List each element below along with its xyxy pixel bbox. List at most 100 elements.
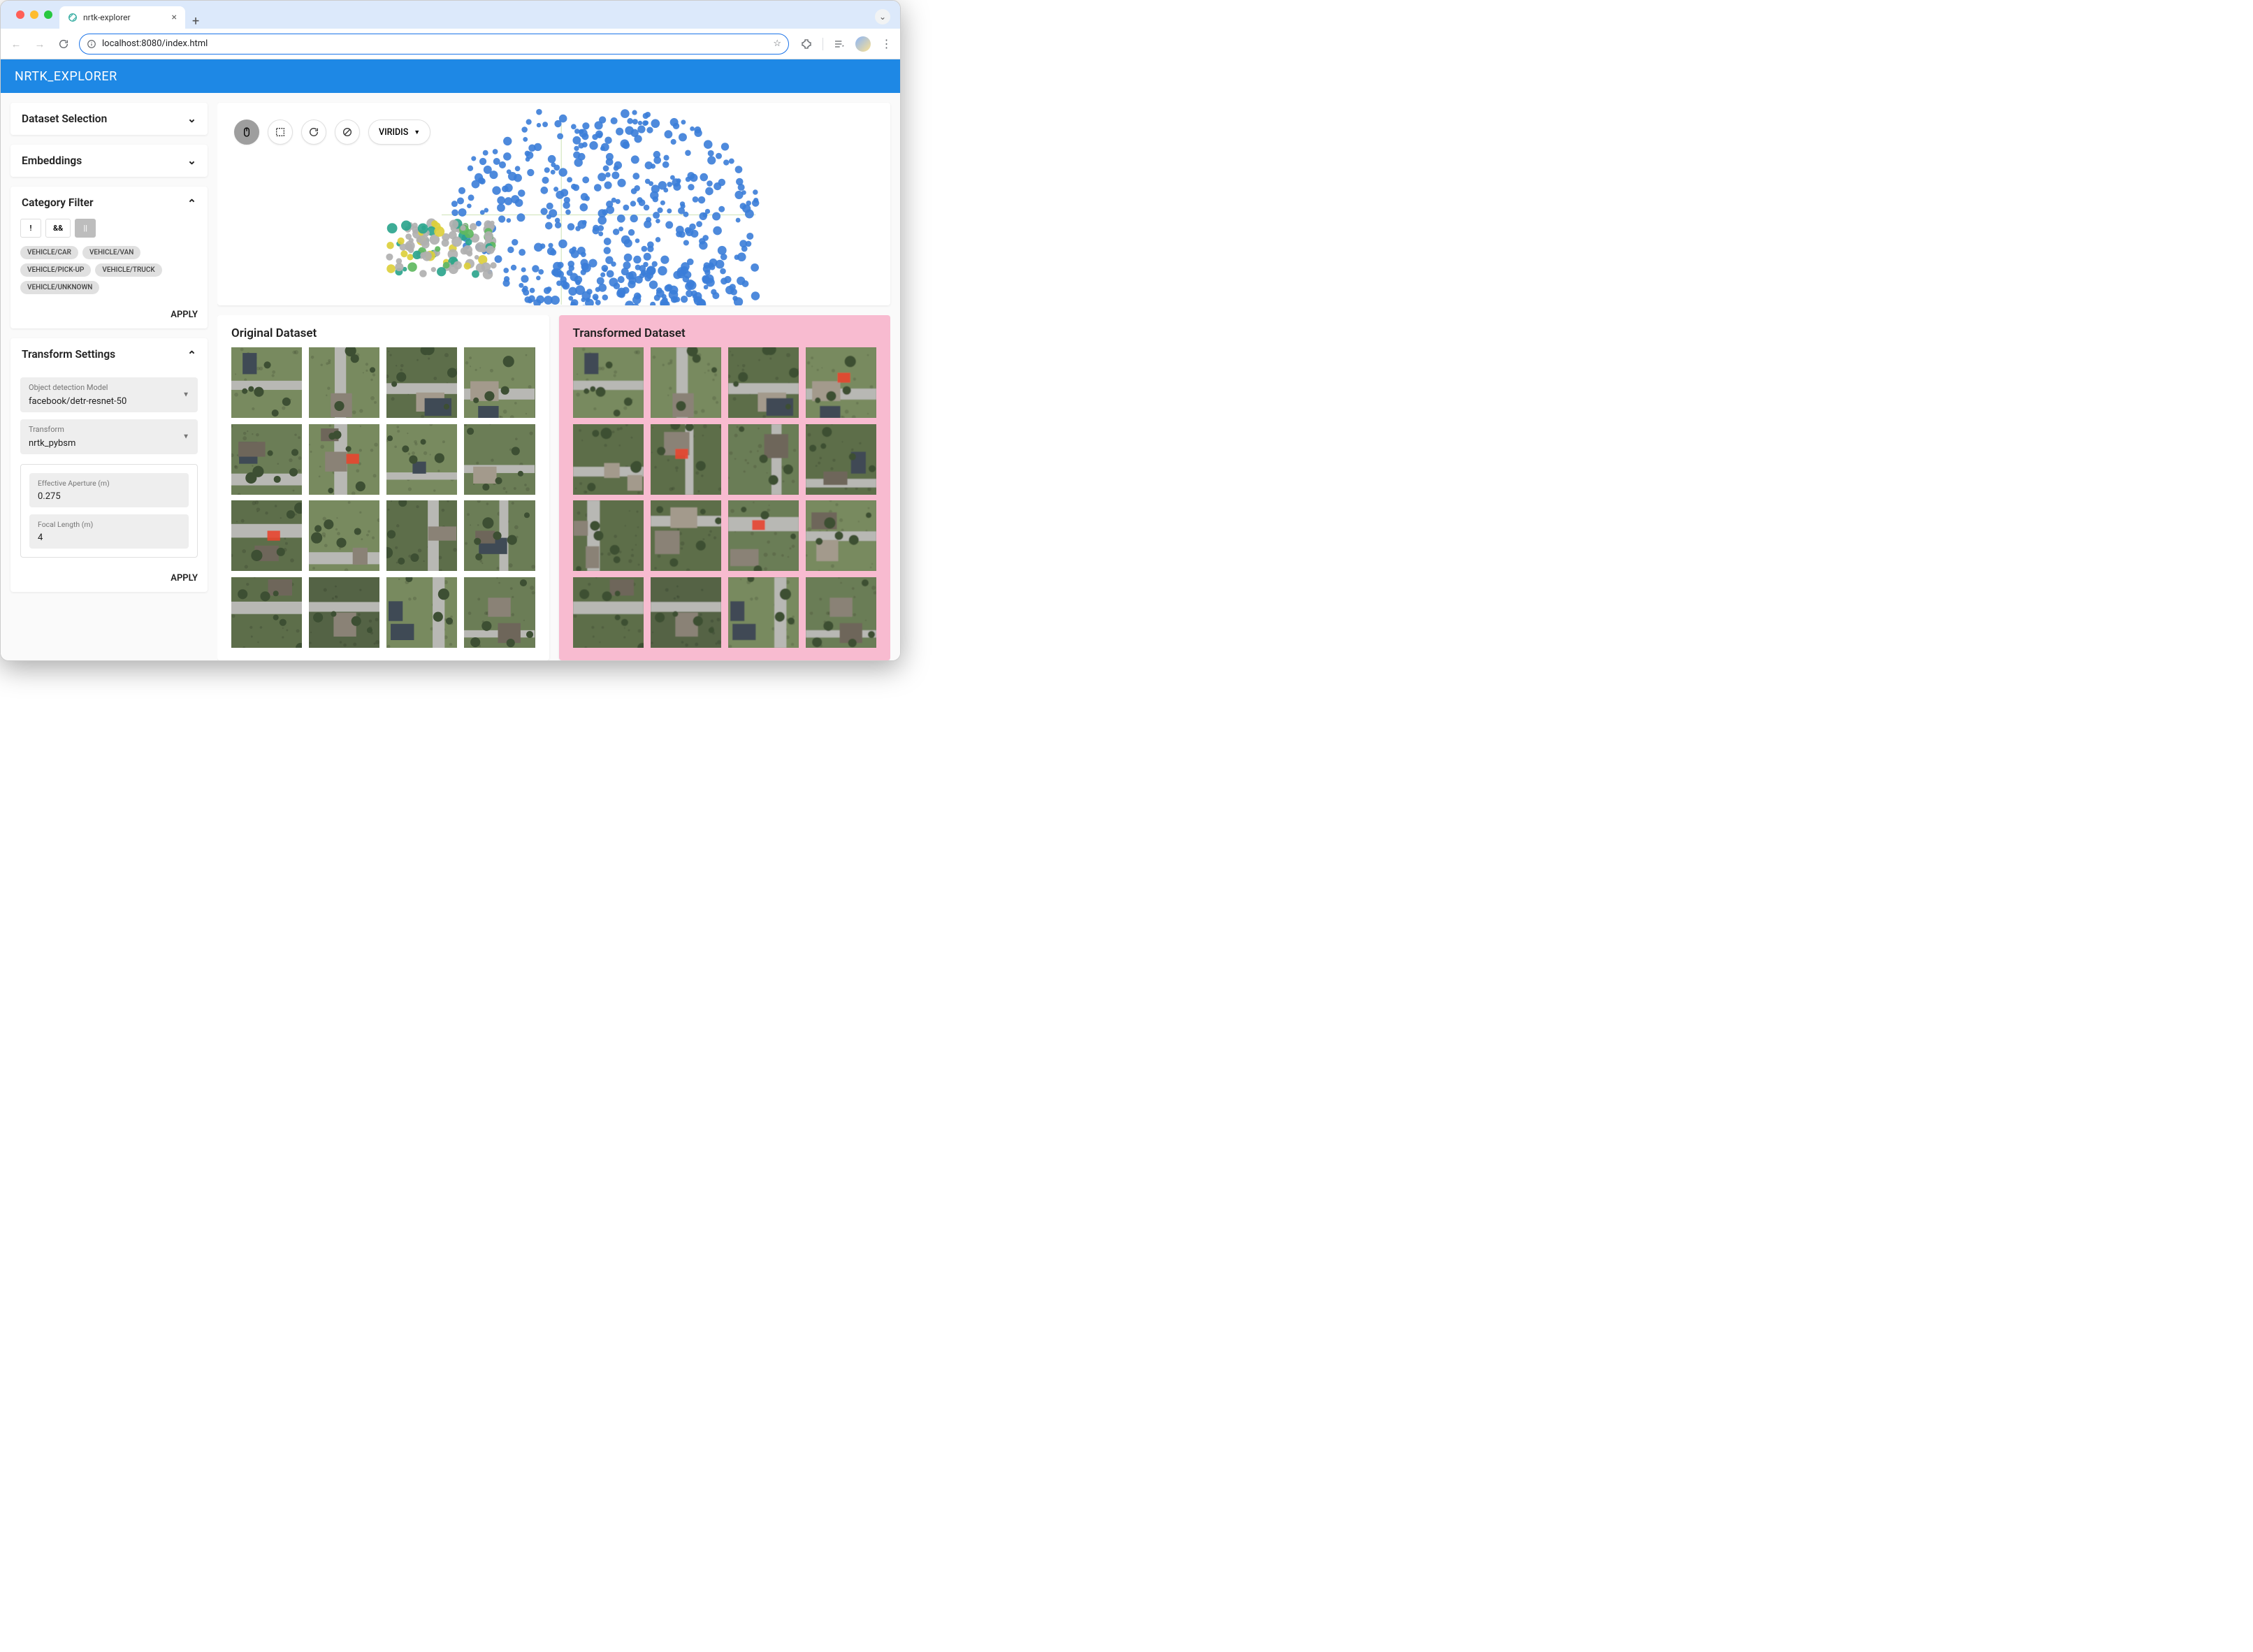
url-input[interactable]: localhost:8080/index.html ☆ — [79, 34, 789, 55]
close-tab-icon[interactable]: × — [172, 12, 177, 23]
transformed-dataset-title: Transformed Dataset — [559, 315, 891, 347]
transform-settings-panel: Transform Settings ⌄ Object detection Mo… — [10, 338, 208, 592]
transform-apply-button[interactable]: APPLY — [10, 566, 208, 592]
dataset-thumbnail[interactable] — [464, 424, 535, 495]
dataset-thumbnail[interactable] — [386, 424, 457, 495]
dropdown-arrow-icon: ▼ — [182, 391, 189, 399]
app-body: Dataset Selection ⌄ Embeddings ⌄ Categor… — [1, 93, 900, 660]
dataset-thumbnail[interactable] — [464, 500, 535, 571]
category-chip[interactable]: VEHICLE/VAN — [82, 246, 140, 259]
focal-length-field[interactable]: Focal Length (m) 4 — [29, 514, 189, 549]
browser-tab[interactable]: nrtk-explorer × — [59, 6, 185, 29]
app-header: NRTK_EXPLORER — [1, 59, 900, 93]
dataset-thumbnail[interactable] — [386, 577, 457, 648]
dataset-thumbnail[interactable] — [728, 424, 799, 495]
dataset-thumbnail[interactable] — [309, 577, 379, 648]
new-tab-button[interactable]: + — [185, 14, 206, 29]
model-select[interactable]: Object detection Model facebook/detr-res… — [20, 377, 198, 412]
dataset-thumbnail[interactable] — [806, 577, 876, 648]
category-filter-title: Category Filter — [22, 196, 94, 209]
maximize-window-button[interactable] — [44, 10, 52, 19]
clear-selection-button[interactable] — [335, 119, 360, 145]
tab-favicon-icon — [68, 13, 78, 22]
transform-settings-body: Object detection Model facebook/detr-res… — [10, 377, 208, 566]
dataset-thumbnail[interactable] — [386, 500, 457, 571]
transform-settings-title: Transform Settings — [22, 348, 115, 361]
operator-and-button[interactable]: && — [45, 219, 71, 238]
transform-settings-header[interactable]: Transform Settings ⌄ — [10, 338, 208, 370]
dataset-thumbnail[interactable] — [464, 347, 535, 418]
original-dataset-title: Original Dataset — [217, 315, 549, 347]
original-thumbnail-grid — [217, 347, 549, 660]
category-chip[interactable]: VEHICLE/UNKNOWN — [20, 281, 99, 294]
reload-button[interactable] — [55, 36, 72, 52]
dataset-thumbnail[interactable] — [651, 347, 721, 418]
category-chip[interactable]: VEHICLE/PICK-UP — [20, 263, 91, 277]
site-info-icon[interactable] — [87, 39, 96, 49]
back-button[interactable]: ← — [8, 36, 24, 52]
browser-toolbar: ⋮ — [796, 36, 893, 52]
close-window-button[interactable] — [16, 10, 24, 19]
aperture-field[interactable]: Effective Aperture (m) 0.275 — [29, 473, 189, 507]
dropdown-arrow-icon: ▼ — [414, 129, 420, 136]
dataset-thumbnail[interactable] — [573, 577, 644, 648]
browser-window: nrtk-explorer × + ⌄ ← → localhost:8080/i… — [0, 0, 901, 661]
profile-avatar[interactable] — [855, 36, 871, 52]
aperture-value: 0.275 — [38, 491, 61, 502]
forward-button[interactable]: → — [31, 36, 48, 52]
dataset-thumbnail[interactable] — [651, 500, 721, 571]
dataset-thumbnail[interactable] — [231, 577, 302, 648]
tab-overflow-button[interactable]: ⌄ — [875, 9, 890, 24]
reset-view-button[interactable] — [301, 119, 326, 145]
transformed-thumbnail-grid — [559, 347, 891, 660]
category-chip[interactable]: VEHICLE/TRUCK — [95, 263, 161, 277]
dataset-thumbnail[interactable] — [309, 347, 379, 418]
dataset-thumbnail[interactable] — [651, 577, 721, 648]
dataset-thumbnail[interactable] — [231, 347, 302, 418]
dataset-thumbnail[interactable] — [309, 424, 379, 495]
transform-select[interactable]: Transform nrtk_pybsm ▼ — [20, 419, 198, 454]
colormap-select[interactable]: VIRIDIS ▼ — [368, 119, 430, 145]
dataset-thumbnail[interactable] — [728, 500, 799, 571]
minimize-window-button[interactable] — [30, 10, 38, 19]
embeddings-header[interactable]: Embeddings ⌄ — [10, 145, 208, 177]
url-text: localhost:8080/index.html — [102, 38, 208, 49]
dataset-thumbnail[interactable] — [231, 500, 302, 571]
dataset-thumbnail[interactable] — [231, 424, 302, 495]
tab-title: nrtk-explorer — [83, 13, 131, 22]
dataset-selection-header[interactable]: Dataset Selection ⌄ — [10, 103, 208, 135]
dataset-thumbnail[interactable] — [573, 500, 644, 571]
model-select-value: facebook/detr-resnet-50 — [29, 396, 126, 407]
dataset-thumbnail[interactable] — [464, 577, 535, 648]
media-control-icon[interactable] — [833, 38, 846, 50]
dataset-thumbnail[interactable] — [309, 500, 379, 571]
focal-length-value: 4 — [38, 532, 43, 543]
dataset-thumbnail[interactable] — [728, 347, 799, 418]
tab-strip: nrtk-explorer × + ⌄ — [1, 1, 900, 29]
operator-or-button[interactable]: || — [75, 219, 96, 238]
category-filter-apply-button[interactable]: APPLY — [10, 303, 208, 328]
dataset-thumbnail[interactable] — [573, 347, 644, 418]
dataset-thumbnail[interactable] — [806, 424, 876, 495]
dataset-thumbnail[interactable] — [651, 424, 721, 495]
browser-menu-icon[interactable]: ⋮ — [881, 38, 893, 50]
dataset-thumbnail[interactable] — [806, 347, 876, 418]
dataset-thumbnail[interactable] — [386, 347, 457, 418]
category-chip[interactable]: VEHICLE/CAR — [20, 246, 78, 259]
dataset-thumbnail[interactable] — [806, 500, 876, 571]
operator-not-button[interactable]: ! — [20, 219, 41, 238]
category-filter-header[interactable]: Category Filter ⌄ — [10, 187, 208, 219]
extensions-icon[interactable] — [800, 38, 813, 50]
bookmark-icon[interactable]: ☆ — [773, 38, 781, 49]
mouse-mode-button[interactable] — [234, 119, 259, 145]
focal-length-label: Focal Length (m) — [38, 520, 180, 529]
chevron-down-icon: ⌄ — [187, 113, 196, 125]
app-title: NRTK_EXPLORER — [15, 69, 117, 84]
box-select-button[interactable] — [268, 119, 293, 145]
transform-select-value: nrtk_pybsm — [29, 438, 75, 449]
transformed-dataset-panel: Transformed Dataset — [559, 315, 891, 660]
sidebar: Dataset Selection ⌄ Embeddings ⌄ Categor… — [1, 93, 217, 660]
dataset-thumbnail[interactable] — [573, 424, 644, 495]
category-chips: VEHICLE/CAR VEHICLE/VAN VEHICLE/PICK-UP … — [20, 246, 198, 294]
dataset-thumbnail[interactable] — [728, 577, 799, 648]
